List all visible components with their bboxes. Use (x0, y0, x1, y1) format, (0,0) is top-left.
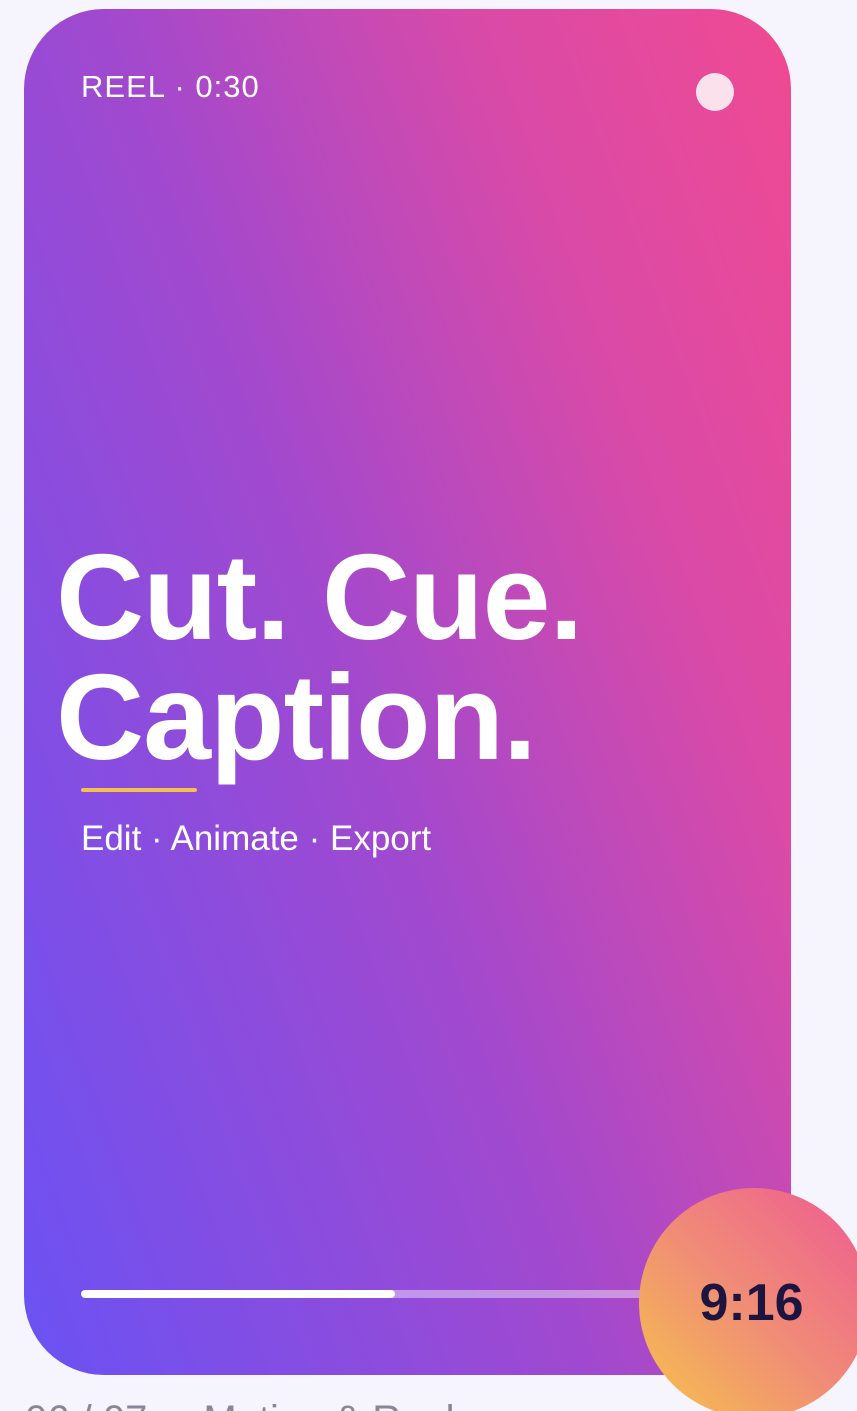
reel-headline: Cut. Cue. Caption. (56, 529, 583, 785)
headline-line-2: Caption. (56, 649, 537, 785)
accent-underline (81, 788, 197, 792)
aspect-ratio-label: 9:16 (699, 1274, 804, 1332)
slide-footer: 06 / 07 Motion & Reels (25, 1397, 475, 1411)
record-dot-icon (696, 73, 734, 111)
page-number: 06 / 07 (25, 1398, 147, 1411)
reel-preview-card[interactable]: REEL · 0:30 Cut. Cue. Caption. Edit · An… (24, 9, 791, 1375)
aspect-ratio-badge: 9:16 (639, 1188, 857, 1411)
reel-duration-label: REEL · 0:30 (81, 69, 260, 104)
reel-tagline: Edit · Animate · Export (81, 819, 432, 858)
headline-line-1: Cut. Cue. (56, 529, 583, 665)
slide-canvas: REEL · 0:30 Cut. Cue. Caption. Edit · An… (0, 0, 857, 1411)
section-title: Motion & Reels (203, 1398, 474, 1411)
playback-progress-bar[interactable] (81, 1290, 721, 1298)
playback-progress-fill (81, 1290, 395, 1298)
